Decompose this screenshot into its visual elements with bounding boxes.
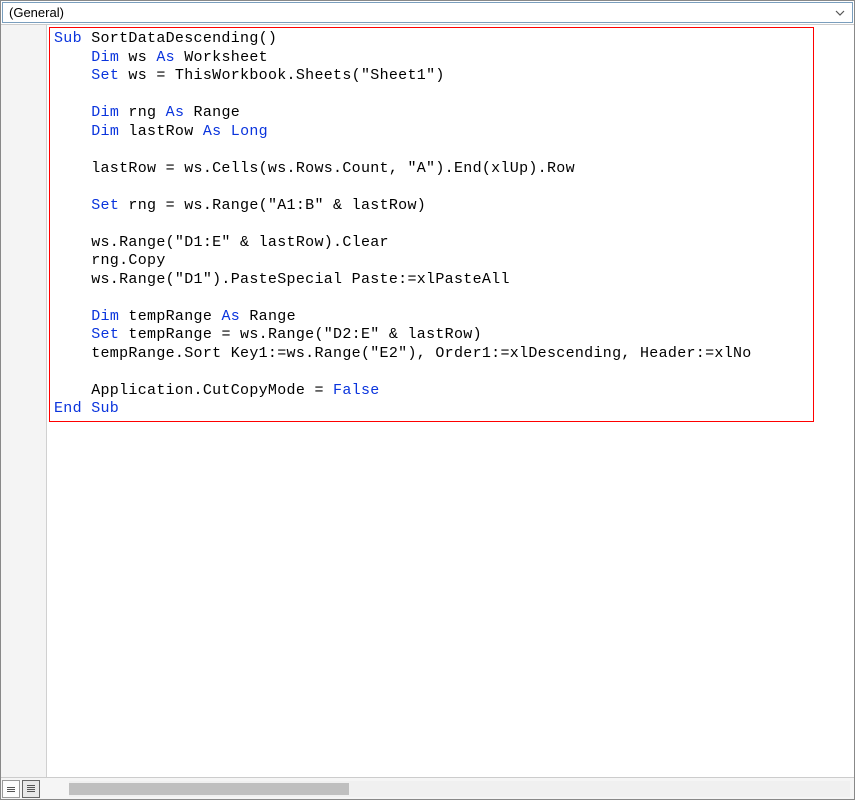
keyword-token: Set [91, 326, 119, 343]
code-line: rng.Copy [54, 252, 809, 271]
keyword-token: Long [231, 123, 268, 140]
code-line: Dim lastRow As Long [54, 123, 809, 142]
code-line: Application.CutCopyMode = False [54, 382, 809, 401]
text-token [54, 326, 91, 343]
horizontal-scrollbar-thumb[interactable] [69, 783, 349, 795]
full-module-view-button[interactable] [22, 780, 40, 798]
text-token [54, 197, 91, 214]
procedure-view-button[interactable] [2, 780, 20, 798]
code-text[interactable]: Sub SortDataDescending() Dim ws As Works… [49, 27, 814, 422]
code-line [54, 178, 809, 197]
code-line: lastRow = ws.Cells(ws.Rows.Count, "A").E… [54, 160, 809, 179]
code-line: End Sub [54, 400, 809, 419]
keyword-token: As [203, 123, 222, 140]
code-line [54, 141, 809, 160]
code-line: ws.Range("D1").PasteSpecial Paste:=xlPas… [54, 271, 809, 290]
keyword-token: Set [91, 67, 119, 84]
code-line: tempRange.Sort Key1:=ws.Range("E2"), Ord… [54, 345, 809, 364]
code-line [54, 363, 809, 382]
main-area: Sub SortDataDescending() Dim ws As Works… [1, 25, 854, 777]
keyword-token: As [221, 308, 240, 325]
code-line: Set rng = ws.Range("A1:B" & lastRow) [54, 197, 809, 216]
text-token: tempRange.Sort Key1:=ws.Range("E2"), Ord… [54, 345, 752, 362]
text-token: ws [119, 49, 156, 66]
chevron-down-icon [832, 5, 848, 21]
text-token [54, 123, 91, 140]
text-token: Range [184, 104, 240, 121]
vba-editor-window: (General) Sub SortDataDescending() Dim w… [0, 0, 855, 800]
code-line [54, 289, 809, 308]
code-line: Set ws = ThisWorkbook.Sheets("Sheet1") [54, 67, 809, 86]
margin-indicator-bar [1, 25, 47, 777]
text-token: tempRange = ws.Range("D2:E" & lastRow) [119, 326, 482, 343]
text-token [221, 123, 230, 140]
text-token [54, 67, 91, 84]
bottom-bar [1, 777, 854, 799]
keyword-token: As [166, 104, 185, 121]
code-editor[interactable]: Sub SortDataDescending() Dim ws As Works… [47, 25, 854, 777]
text-token: Worksheet [175, 49, 268, 66]
text-token: lastRow [119, 123, 203, 140]
horizontal-scrollbar[interactable] [69, 781, 850, 797]
code-line [54, 215, 809, 234]
keyword-token: Dim [91, 123, 119, 140]
code-line: Sub SortDataDescending() [54, 30, 809, 49]
code-line: Dim rng As Range [54, 104, 809, 123]
text-token [54, 49, 91, 66]
code-line: ws.Range("D1:E" & lastRow).Clear [54, 234, 809, 253]
keyword-token: Sub [54, 30, 82, 47]
text-token [54, 104, 91, 121]
keyword-token: Set [91, 197, 119, 214]
object-dropdown[interactable]: (General) [2, 2, 853, 23]
text-token: ws.Range("D1:E" & lastRow).Clear [54, 234, 389, 251]
keyword-token: Dim [91, 104, 119, 121]
text-token: rng.Copy [54, 252, 166, 269]
text-token: Application.CutCopyMode = [54, 382, 333, 399]
keyword-token: False [333, 382, 380, 399]
text-token: ws = ThisWorkbook.Sheets("Sheet1") [119, 67, 445, 84]
keyword-token: As [156, 49, 175, 66]
text-token: Range [240, 308, 296, 325]
text-token: ws.Range("D1").PasteSpecial Paste:=xlPas… [54, 271, 510, 288]
keyword-token: Dim [91, 49, 119, 66]
text-token: SortDataDescending() [82, 30, 277, 47]
text-token: tempRange [119, 308, 221, 325]
text-token: rng [119, 104, 166, 121]
code-line: Dim tempRange As Range [54, 308, 809, 327]
text-token: rng = ws.Range("A1:B" & lastRow) [119, 197, 426, 214]
object-dropdown-label: (General) [9, 5, 64, 20]
text-token [54, 308, 91, 325]
code-line: Set tempRange = ws.Range("D2:E" & lastRo… [54, 326, 809, 345]
text-token: lastRow = ws.Cells(ws.Rows.Count, "A").E… [54, 160, 575, 177]
code-line [54, 86, 809, 105]
keyword-token: End Sub [54, 400, 119, 417]
keyword-token: Dim [91, 308, 119, 325]
code-line: Dim ws As Worksheet [54, 49, 809, 68]
dropdown-bar: (General) [1, 1, 854, 25]
